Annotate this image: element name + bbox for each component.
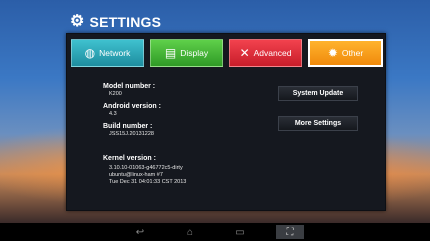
build-number-value: JSS15J.20131228 <box>109 131 154 137</box>
page-title: ⚙ SETTINGS <box>70 12 161 32</box>
navigation-bar: ↩ ⌂ ▭ ⛶ <box>0 223 430 241</box>
screenshot-icon[interactable]: ⛶ <box>276 225 304 239</box>
tab-other-label: Other <box>341 48 364 58</box>
kernel-version-label: Kernel version : <box>103 155 156 162</box>
tab-display-label: Display <box>180 48 209 58</box>
system-update-button[interactable]: System Update <box>278 86 358 101</box>
back-icon[interactable]: ↩ <box>126 225 154 239</box>
kernel-version-line: 3.10.10-01063-g46772c5-dirty <box>109 165 183 171</box>
display-icon: ▤ <box>164 46 177 60</box>
tab-advanced-label: Advanced <box>253 48 292 58</box>
tab-display[interactable]: ▤ Display <box>150 39 223 67</box>
kernel-info: Kernel version : 3.10.10-01063-g46772c5-… <box>103 154 186 185</box>
kernel-version-line: ubuntu@linux-ham #7 <box>109 171 163 178</box>
android-version-label: Android version : <box>103 103 161 110</box>
gear-icon: ⚙ <box>70 13 85 30</box>
device-info: Model number : K200 Android version : 4.… <box>103 82 161 138</box>
settings-panel: ◍ Network ▤ Display ✕ Advanced ✹ Other M… <box>66 33 386 211</box>
tab-bar: ◍ Network ▤ Display ✕ Advanced ✹ Other <box>71 39 383 67</box>
more-settings-button[interactable]: More Settings <box>278 116 358 131</box>
android-version-value: 4.3 <box>109 111 117 117</box>
tab-other[interactable]: ✹ Other <box>308 39 383 67</box>
tab-advanced[interactable]: ✕ Advanced <box>229 39 302 67</box>
recents-icon[interactable]: ▭ <box>226 225 254 239</box>
build-number-label: Build number : <box>103 123 153 130</box>
model-number-label: Model number : <box>103 83 156 90</box>
home-icon[interactable]: ⌂ <box>176 225 204 239</box>
tools-icon: ✕ <box>239 46 250 60</box>
gear-icon: ✹ <box>327 46 338 60</box>
tab-network-label: Network <box>99 48 131 58</box>
globe-icon: ◍ <box>84 46 96 60</box>
model-number-value: K200 <box>109 91 122 97</box>
page-title-text: SETTINGS <box>89 14 162 30</box>
tab-network[interactable]: ◍ Network <box>71 39 144 67</box>
kernel-version-line: Tue Dec 31 04:01:33 CST 2013 <box>109 178 187 185</box>
